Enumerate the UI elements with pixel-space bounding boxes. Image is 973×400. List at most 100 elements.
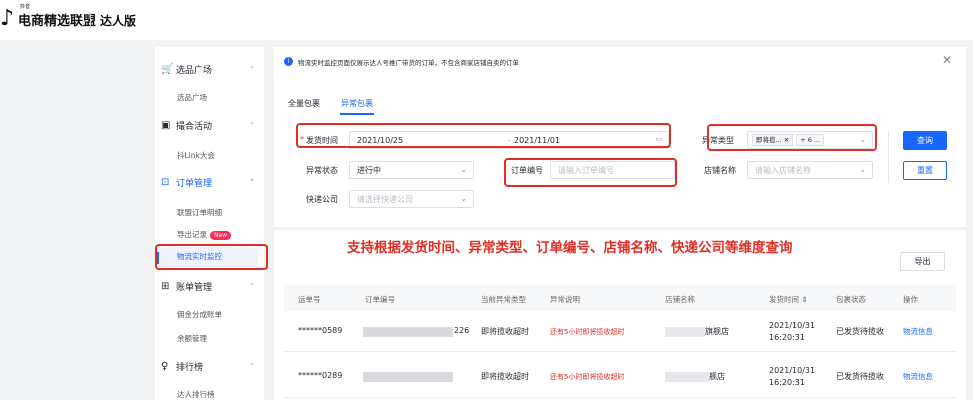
cart-icon: 🛒 xyxy=(161,63,174,75)
chevron-up-icon: ⌃ xyxy=(249,282,255,290)
exception-status-label: 异常状态 xyxy=(306,166,338,175)
sidebar-item-order-details[interactable]: 联盟订单明细 xyxy=(177,207,222,218)
sidebar-group-billing[interactable]: ⊞ 账单管理 ⌃ xyxy=(155,276,264,296)
info-icon: i xyxy=(284,57,293,66)
sidebar-group-label: 选品广场 xyxy=(176,65,213,76)
exception-type-more-tag: + 6 ... xyxy=(796,134,825,146)
sidebar-item-talent-ranking[interactable]: 达人排行榜 xyxy=(177,389,215,400)
exception-type-cell: 即将揽收超时 xyxy=(481,372,529,381)
package-status-cell: 已发货待揽收 xyxy=(836,372,884,381)
column-header: 操作 xyxy=(903,295,918,304)
sidebar-item-commission-bill[interactable]: 佣金分成账单 xyxy=(177,309,222,320)
calendar-icon: ▭ xyxy=(655,135,662,143)
export-button[interactable]: 导出 xyxy=(900,252,945,271)
exception-type-tag[interactable]: 即将揽... ✕ xyxy=(752,134,794,146)
redacted-shop-name xyxy=(665,372,709,382)
column-header: 异常说明 xyxy=(550,295,580,304)
notice-text: 物流实时监控页面仅展示达人号推广带货的订单，不包含商家店铺自卖的订单 xyxy=(298,59,519,67)
sidebar-group-label: 订单管理 xyxy=(176,178,213,189)
sidebar-item-logistics-monitor[interactable]: 物流实时监控 xyxy=(155,247,258,267)
sidebar-group-ranking[interactable]: ♀ 排行榜 ⌃ xyxy=(155,356,264,376)
brand-title: 电商精选联盟 xyxy=(18,14,97,29)
ship-date-cell: 2021/10/31 xyxy=(769,321,816,330)
table-row: ******0589 226 即将揽收超时 还有5小时即将揽收超时 旗舰店 20… xyxy=(284,314,956,352)
chevron-down-icon: ⌄ xyxy=(859,165,866,174)
range-separator: - xyxy=(508,135,511,145)
exception-status-value: 进行中 xyxy=(357,165,381,175)
chevron-down-icon: ⌄ xyxy=(859,135,866,144)
redacted-order-no xyxy=(363,372,453,382)
package-status-cell: 已发货待揽收 xyxy=(836,327,884,336)
tab-all-packages[interactable]: 全量包裹 xyxy=(288,98,320,109)
column-header: 包裹状态 xyxy=(836,295,866,304)
redacted-order-no xyxy=(363,327,453,337)
ship-time-end: 2021/11/01 xyxy=(514,135,561,145)
ship-clock-cell: 16:20:31 xyxy=(769,378,805,387)
sidebar-group-activity[interactable]: ▣ 撮合活动 ⌃ xyxy=(155,115,264,135)
shop-name-label: 店铺名称 xyxy=(704,166,736,175)
order-no-placeholder: 请输入订单编号 xyxy=(558,165,614,175)
query-button[interactable]: 查询 xyxy=(903,131,947,150)
ship-time-range-picker[interactable]: 2021/10/25 - 2021/11/01 ▭ xyxy=(349,131,669,149)
courier-select[interactable]: 请选择快递公司 ⌄ xyxy=(349,190,474,208)
top-header: ♪ 抖音 电商精选联盟 达人版 xyxy=(0,0,973,40)
reset-button[interactable]: 重置 xyxy=(903,161,947,180)
shop-name-placeholder: 请输入店铺名称 xyxy=(755,165,811,175)
active-indicator xyxy=(157,252,159,264)
annotation-text: 支持根据发货时间、异常类型、订单编号、店铺名称、快递公司等维度查询 xyxy=(347,240,793,256)
sidebar: 🛒 选品广场 ⌃ 选品广场 ▣ 撮合活动 ⌃ 抖Link大会 ⊡ 订单管理 ⌃ … xyxy=(155,47,264,400)
column-header: 运单号 xyxy=(298,295,321,304)
column-header-sortable[interactable]: 发货时间 ⇕ xyxy=(769,294,808,305)
shop-name-cell: 舰店 xyxy=(709,372,725,381)
new-badge: New xyxy=(210,231,232,240)
bill-icon: ⊞ xyxy=(161,280,170,292)
sidebar-item-label: 导出记录 xyxy=(177,230,207,239)
table-row: ******0289 即将揽收超时 还有5小时即将揽收超时 舰店 2021/10… xyxy=(284,360,956,398)
ship-date-cell: 2021/10/31 xyxy=(769,366,816,375)
courier-label: 快递公司 xyxy=(306,195,338,204)
required-mark: * xyxy=(300,135,304,144)
sidebar-group-label: 账单管理 xyxy=(176,282,213,293)
table-header: 运单号 订单编号 当前异常类型 异常说明 店铺名称 发货时间 ⇕ 包裹状态 操作 xyxy=(284,285,956,311)
ship-time-start: 2021/10/25 xyxy=(357,135,404,145)
sidebar-item-doulink[interactable]: 抖Link大会 xyxy=(177,150,215,161)
close-icon[interactable]: ✕ xyxy=(942,53,952,67)
chevron-up-icon: ⌃ xyxy=(249,121,255,129)
ranking-icon: ♀ xyxy=(161,360,169,372)
filter-panel: i 物流实时监控页面仅展示达人号推广带货的订单，不包含商家店铺自卖的订单 ✕ 全… xyxy=(274,47,966,227)
ship-time-label: 发货时间 xyxy=(306,136,338,145)
chevron-down-icon: ⌄ xyxy=(460,194,467,203)
order-no-input[interactable]: 请输入订单编号 xyxy=(550,161,675,179)
exception-desc-cell: 还有5小时即将揽收超时 xyxy=(550,373,625,381)
shop-name-cell: 旗舰店 xyxy=(705,327,729,336)
courier-placeholder: 请选择快递公司 xyxy=(357,194,413,204)
sidebar-group-label: 排行榜 xyxy=(176,362,204,373)
chevron-up-icon: ⌃ xyxy=(249,178,255,186)
brand-subtitle: 达人版 xyxy=(100,14,137,28)
column-header: 店铺名称 xyxy=(665,295,695,304)
chevron-up-icon: ⌃ xyxy=(249,65,255,73)
exception-type-cell: 即将揽收超时 xyxy=(481,327,529,336)
order-no-cell: 226 xyxy=(454,326,470,335)
waybill-cell: ******0589 xyxy=(298,326,343,335)
sidebar-group-product-square[interactable]: 🛒 选品广场 ⌃ xyxy=(155,59,264,79)
exception-type-select[interactable]: 即将揽... ✕ + 6 ... ⌄ xyxy=(747,131,873,149)
sidebar-item-export-records[interactable]: 导出记录 New xyxy=(177,229,232,240)
exception-status-select[interactable]: 进行中 ⌄ xyxy=(349,161,474,179)
tab-exception-packages[interactable]: 异常包裹 xyxy=(341,98,373,109)
chevron-down-icon: ⌄ xyxy=(460,165,467,174)
active-tab-underline xyxy=(340,113,374,115)
sidebar-group-label: 撮合活动 xyxy=(176,121,213,132)
exception-desc-cell: 还有5小时即将揽收超时 xyxy=(550,328,625,336)
sidebar-item-balance[interactable]: 余额管理 xyxy=(177,333,207,344)
logistics-info-link[interactable]: 物流信息 xyxy=(903,371,933,382)
sidebar-item-product-square[interactable]: 选品广场 xyxy=(177,92,207,103)
sidebar-group-order-management[interactable]: ⊡ 订单管理 ⌃ xyxy=(155,172,264,192)
results-panel: 支持根据发货时间、异常类型、订单编号、店铺名称、快递公司等维度查询 导出 运单号… xyxy=(274,230,966,400)
douyin-logo-icon: ♪ xyxy=(0,6,15,31)
shop-name-select[interactable]: 请输入店铺名称 ⌄ xyxy=(747,161,873,179)
exception-type-label: 异常类型 xyxy=(702,136,734,145)
column-header: 当前异常类型 xyxy=(481,295,526,304)
redacted-shop-name xyxy=(665,327,705,337)
logistics-info-link[interactable]: 物流信息 xyxy=(903,326,933,337)
